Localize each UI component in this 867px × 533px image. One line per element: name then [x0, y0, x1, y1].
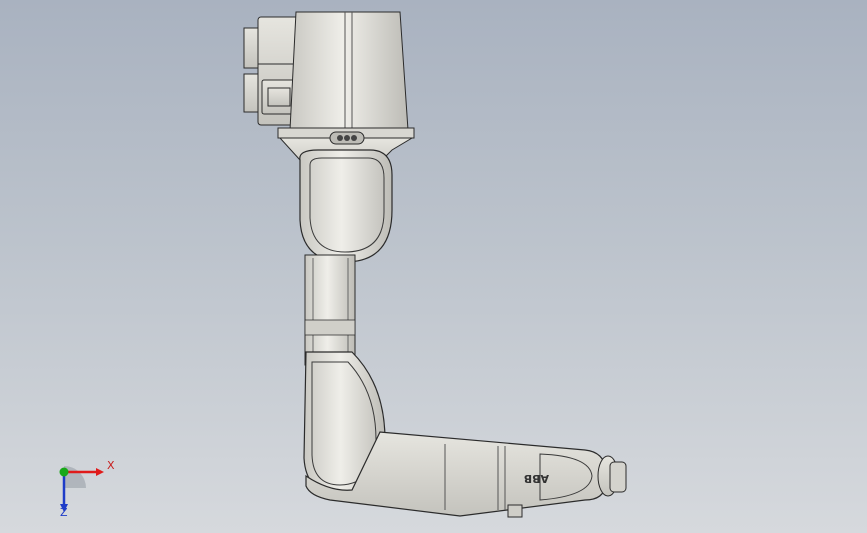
coordinate-triad: X Z [59, 459, 115, 518]
x-axis-label: X [107, 459, 115, 472]
abb-logo: ABB [524, 472, 549, 485]
bolt-icon [351, 135, 357, 141]
motor-housing [243, 16, 299, 126]
bolt-icon [344, 135, 350, 141]
shoulder-joint-cover [299, 149, 393, 263]
y-axis-dot [59, 467, 69, 477]
bolt-icon [337, 135, 343, 141]
base-column [277, 11, 415, 139]
lower-arm [304, 254, 356, 366]
robot-arm-model[interactable]: ABB [0, 0, 867, 533]
cad-viewport[interactable]: ABB X Z [0, 0, 867, 533]
z-axis-label: Z [60, 506, 68, 518]
